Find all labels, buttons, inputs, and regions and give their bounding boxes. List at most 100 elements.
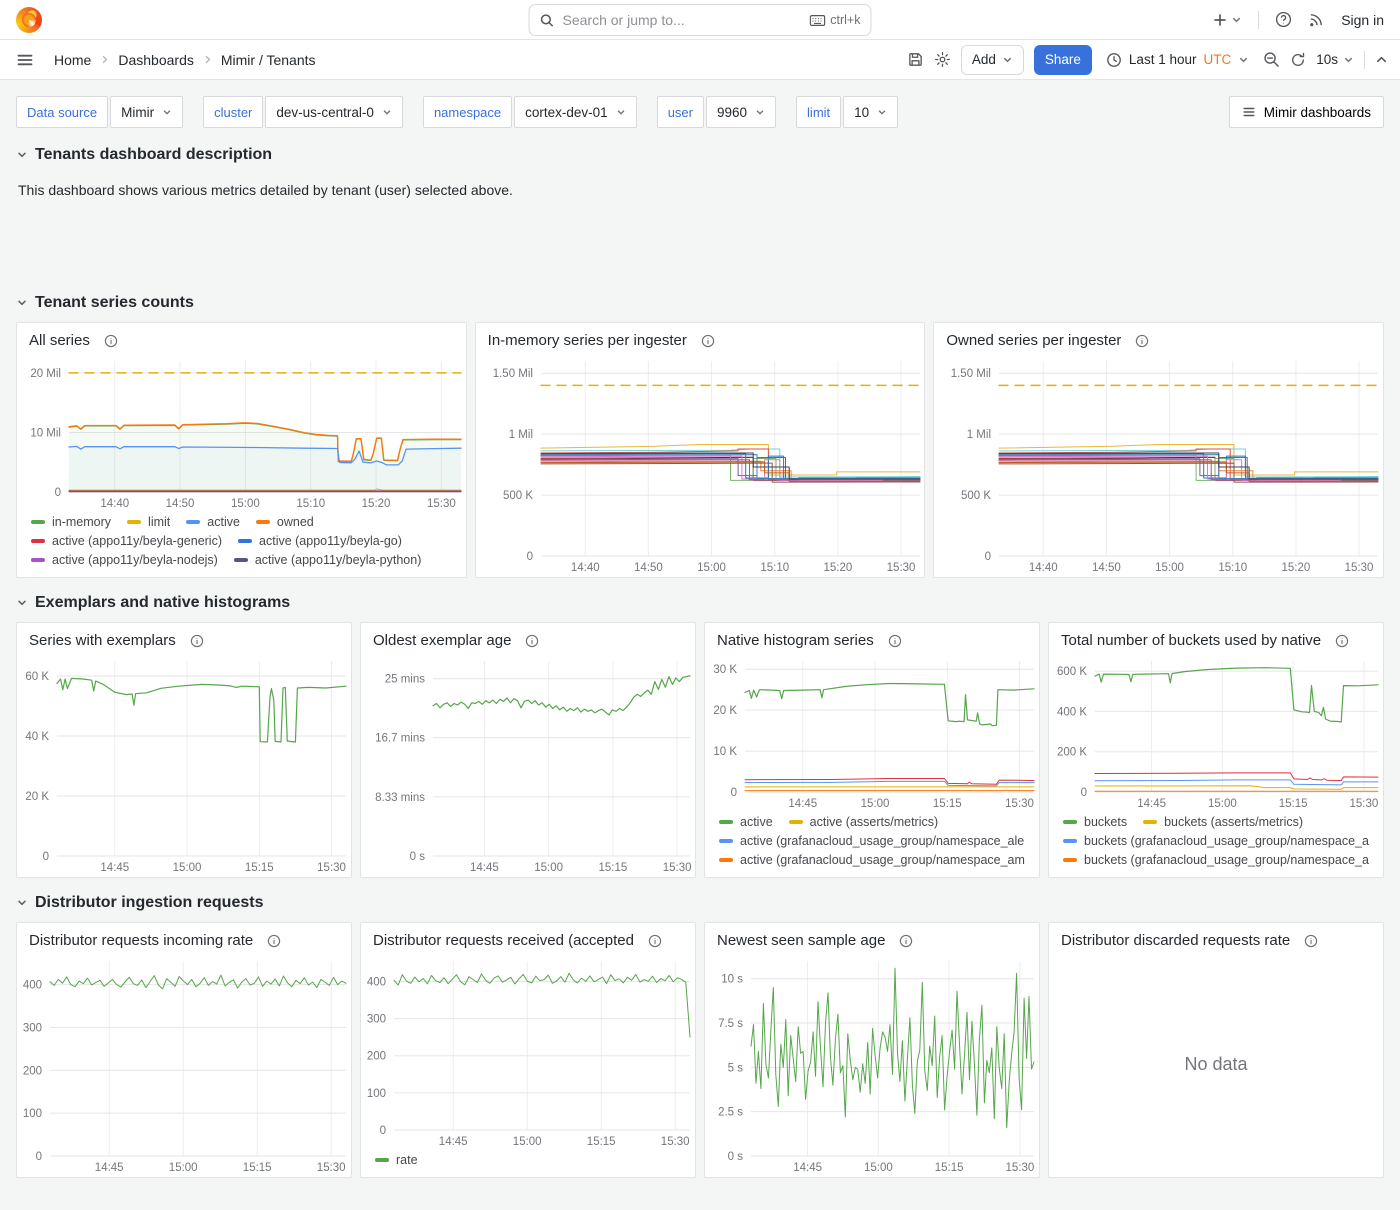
legend-item[interactable]: limit [127, 515, 170, 529]
search-box[interactable]: ctrl+k [529, 4, 872, 36]
panel-title[interactable]: Total number of buckets used by native [1061, 632, 1321, 649]
panel-title[interactable]: Native histogram series [717, 632, 874, 649]
chart-legend: active active (asserts/metrics) active (gr… [705, 813, 1039, 877]
filter-label: user [657, 96, 704, 128]
cluster-select[interactable]: dev-us-central-0 [265, 96, 403, 128]
panel-header: All series [17, 323, 466, 351]
help-icon[interactable] [1275, 11, 1292, 28]
namespace-select[interactable]: cortex-dev-01 [514, 96, 637, 128]
timeseries-chart[interactable]: 14:4515:0015:1515:300100200300400 [17, 951, 351, 1177]
info-icon[interactable] [648, 934, 662, 948]
datasource-select[interactable]: Mimir [110, 96, 183, 128]
panel-title[interactable]: Distributor discarded requests rate [1061, 932, 1290, 949]
svg-text:0: 0 [380, 1125, 386, 1137]
sign-in-link[interactable]: Sign in [1341, 12, 1384, 28]
legend-item[interactable]: buckets (asserts/metrics) [1143, 815, 1303, 829]
timeseries-chart[interactable]: 14:4515:0015:1515:30010 K20 K30 K [705, 651, 1039, 813]
legend-item[interactable]: buckets (grafanacloud_usage_group/namesp… [1063, 853, 1371, 867]
legend-item[interactable]: active (appo11y/beyla-nodejs) [31, 553, 218, 567]
legend-item[interactable]: active (asserts/metrics) [789, 815, 939, 829]
timeseries-chart[interactable]: 14:4515:0015:1515:300 s8.33 mins16.7 min… [361, 651, 695, 877]
filter-namespace: namespace cortex-dev-01 [423, 96, 637, 128]
collapse-toolbar-icon[interactable] [1375, 53, 1388, 66]
svg-text:14:45: 14:45 [793, 1162, 822, 1174]
section-exemplars[interactable]: Exemplars and native histograms [16, 594, 1384, 612]
panel-title[interactable]: Distributor requests received (accepted [373, 932, 634, 949]
info-icon[interactable] [104, 334, 118, 348]
refresh-interval-picker[interactable]: 10s [1316, 52, 1354, 67]
panel-title[interactable]: Oldest exemplar age [373, 632, 511, 649]
dashboard-settings-icon[interactable] [934, 51, 951, 68]
legend-item[interactable]: active (grafanacloud_usage_group/namespa… [719, 853, 1027, 867]
timeseries-chart[interactable]: 14:4515:0015:1515:300200 K400 K600 K [1049, 651, 1383, 813]
svg-text:1 Mil: 1 Mil [508, 429, 532, 441]
panel-all-series: All series 14:4014:5015:0015:1015:2015:3… [16, 322, 467, 578]
menu-toggle-icon[interactable] [16, 51, 34, 69]
panel-title[interactable]: Series with exemplars [29, 632, 176, 649]
breadcrumb-current: Mimir / Tenants [221, 52, 316, 68]
panel-title[interactable]: Owned series per ingester [946, 332, 1121, 349]
timeseries-chart[interactable]: 14:4014:5015:0015:1015:2015:300500 K1 Mi… [476, 351, 925, 577]
share-button[interactable]: Share [1034, 45, 1092, 75]
legend-item[interactable]: active (grafanacloud_usage_group/namespa… [719, 834, 1027, 848]
panel-title[interactable]: In-memory series per ingester [488, 332, 687, 349]
legend-item[interactable]: rate [375, 1153, 418, 1167]
add-panel-button[interactable]: Add [961, 45, 1024, 75]
svg-text:10 s: 10 s [721, 974, 743, 986]
search-shortcut: ctrl+k [809, 13, 860, 27]
refresh-icon[interactable] [1290, 52, 1306, 68]
refresh-interval-label: 10s [1316, 52, 1338, 67]
legend-item[interactable]: active (appo11y/beyla-generic) [31, 534, 222, 548]
legend-item[interactable]: active (appo11y/beyla-go) [238, 534, 402, 548]
legend-item[interactable]: in-memory [31, 515, 111, 529]
timeseries-chart[interactable]: 14:4014:5015:0015:1015:2015:300500 K1 Mi… [934, 351, 1383, 577]
clock-icon [1106, 52, 1122, 68]
legend-item[interactable]: active [719, 815, 773, 829]
search-input[interactable] [563, 12, 802, 28]
info-icon[interactable] [1335, 634, 1349, 648]
zoom-out-icon[interactable] [1263, 51, 1280, 68]
section-distributor[interactable]: Distributor ingestion requests [16, 894, 1384, 912]
section-series-counts[interactable]: Tenant series counts [16, 294, 1384, 312]
save-dashboard-icon[interactable] [907, 51, 924, 68]
info-icon[interactable] [888, 634, 902, 648]
panel-title[interactable]: All series [29, 332, 90, 349]
news-icon[interactable] [1308, 11, 1325, 28]
keyboard-icon [809, 14, 825, 27]
breadcrumb-home[interactable]: Home [54, 52, 91, 68]
grafana-logo[interactable] [16, 7, 42, 33]
info-icon[interactable] [267, 934, 281, 948]
time-range-picker[interactable]: Last 1 hour UTC [1102, 52, 1253, 68]
section-description[interactable]: Tenants dashboard description [16, 146, 1384, 164]
timeseries-chart[interactable]: 14:4515:0015:1515:300100200300400 [361, 951, 695, 1151]
timeseries-chart[interactable]: 14:4014:5015:0015:1015:2015:30010 Mil20 … [17, 351, 466, 513]
user-select[interactable]: 9960 [706, 96, 776, 128]
info-icon[interactable] [899, 934, 913, 948]
breadcrumb-dashboards[interactable]: Dashboards [118, 52, 194, 68]
info-icon[interactable] [1304, 934, 1318, 948]
legend-item[interactable]: buckets [1063, 815, 1127, 829]
svg-text:15:15: 15:15 [933, 798, 962, 810]
legend-item[interactable]: active [186, 515, 240, 529]
panel-title[interactable]: Newest seen sample age [717, 932, 885, 949]
limit-select[interactable]: 10 [843, 96, 898, 128]
panel-title[interactable]: Distributor requests incoming rate [29, 932, 253, 949]
legend-item[interactable]: owned [256, 515, 314, 529]
chevron-down-icon [16, 597, 28, 609]
svg-text:15:10: 15:10 [1219, 562, 1248, 574]
legend-item[interactable]: active (appo11y/beyla-python) [234, 553, 422, 567]
add-menu-button[interactable] [1212, 12, 1242, 28]
info-icon[interactable] [701, 334, 715, 348]
legend-item[interactable]: buckets (grafanacloud_usage_group/namesp… [1063, 834, 1371, 848]
info-icon[interactable] [1135, 334, 1149, 348]
legend-swatch [1063, 820, 1077, 824]
info-icon[interactable] [525, 634, 539, 648]
panel-header: Distributor requests incoming rate [17, 923, 351, 951]
svg-text:5 s: 5 s [728, 1062, 744, 1074]
mimir-dashboards-button[interactable]: Mimir dashboards [1229, 96, 1384, 128]
timeseries-chart[interactable]: 14:4515:0015:1515:30020 K40 K60 K [17, 651, 351, 877]
info-icon[interactable] [190, 634, 204, 648]
timeseries-chart[interactable]: 14:4515:0015:1515:300 s2.5 s5 s7.5 s10 s [705, 951, 1039, 1177]
svg-text:15:00: 15:00 [169, 1162, 198, 1174]
svg-text:15:20: 15:20 [362, 498, 391, 510]
